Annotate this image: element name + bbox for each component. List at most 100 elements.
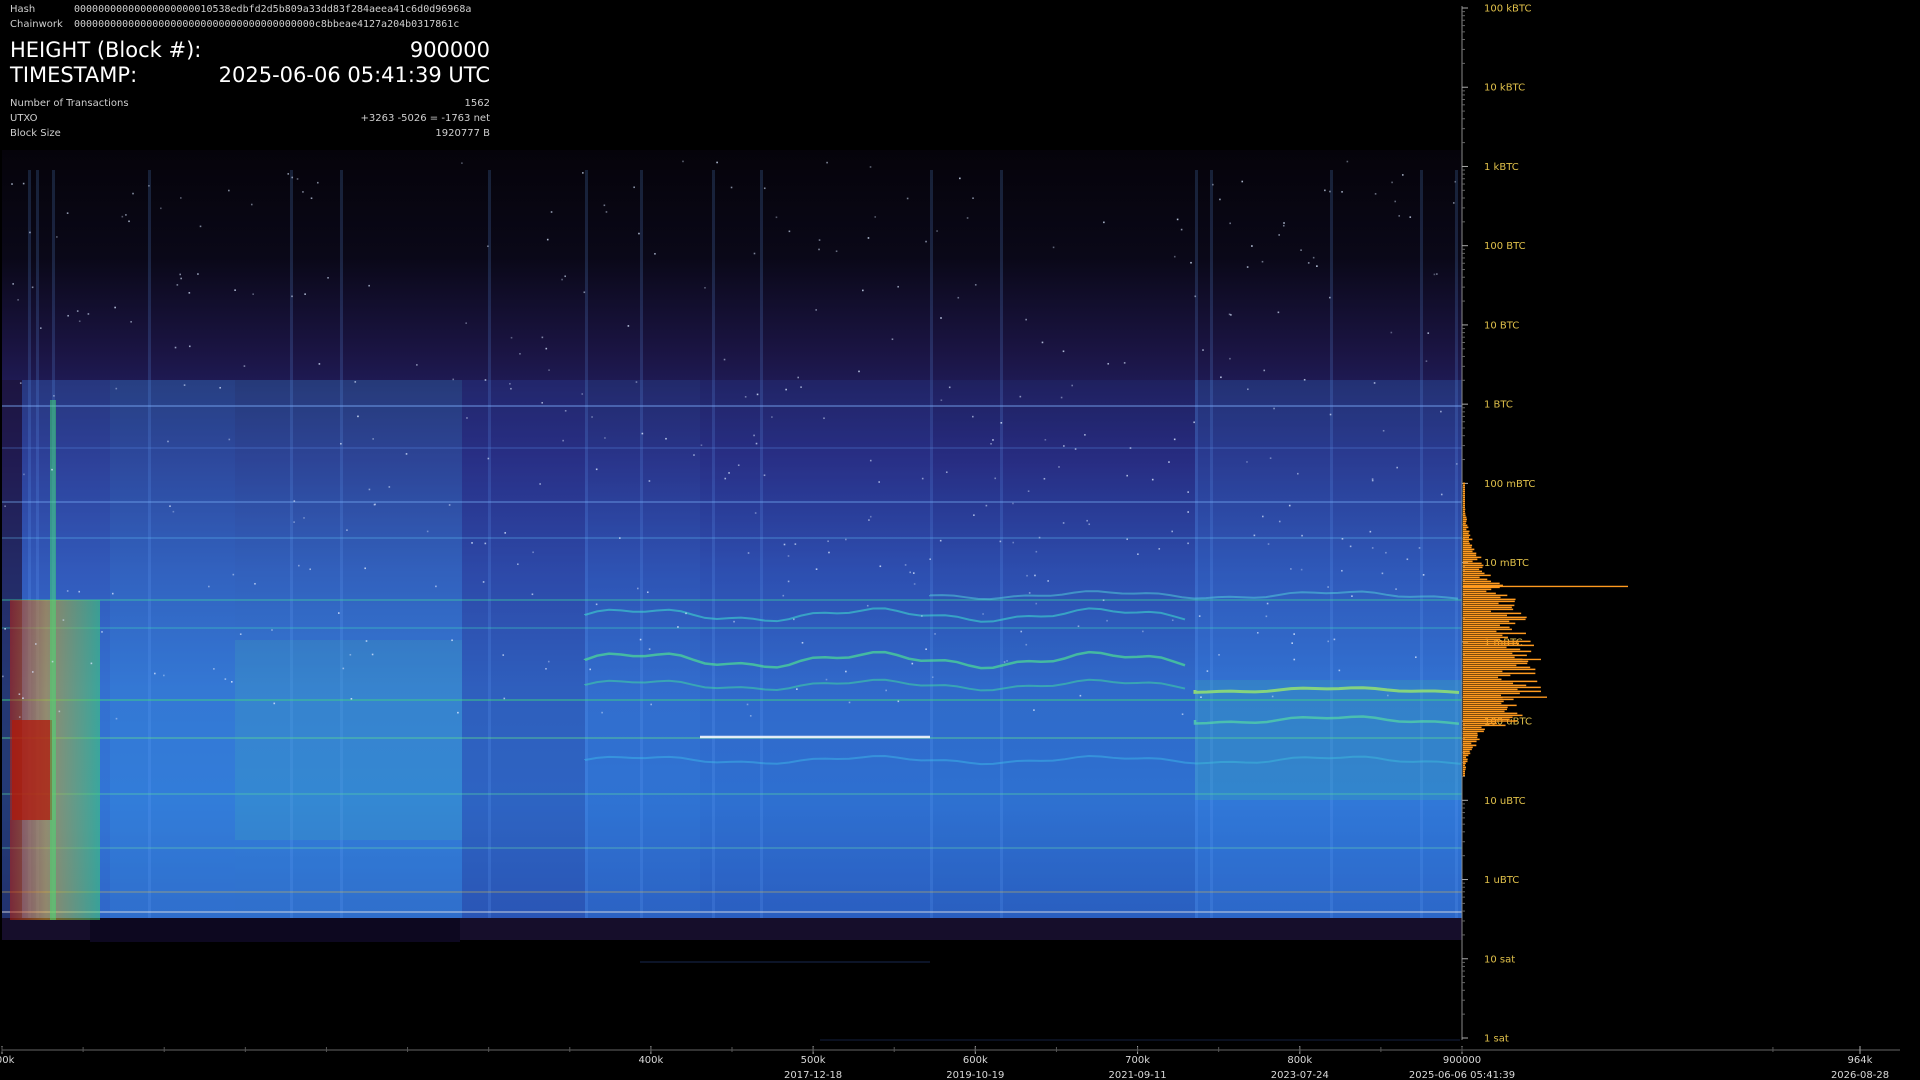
timestamp-value: 2025-06-06 05:41:39 UTC xyxy=(218,63,490,87)
heat-dot xyxy=(115,717,118,720)
heat-dot xyxy=(1034,574,1036,577)
heat-dot xyxy=(219,386,221,389)
heat-dot xyxy=(591,416,593,418)
heat-dot xyxy=(208,585,210,588)
heat-dot xyxy=(115,387,118,390)
heat-dot xyxy=(1247,388,1249,391)
heat-dot xyxy=(1390,331,1393,334)
heat-dot xyxy=(199,225,202,228)
heat-dot xyxy=(595,468,598,471)
heat-dot xyxy=(972,415,974,418)
heat-dot xyxy=(1180,228,1183,231)
heat-dot xyxy=(287,173,290,175)
heat-dot xyxy=(848,701,851,704)
chainwork-row: Chainwork 000000000000000000000000000000… xyxy=(10,17,490,32)
heat-dot xyxy=(111,592,114,595)
heat-era-column xyxy=(110,380,235,918)
heat-dot xyxy=(1278,520,1281,523)
heat-dot xyxy=(1198,615,1201,617)
heat-dot xyxy=(130,321,132,323)
heat-dot xyxy=(1283,222,1285,224)
heat-dot xyxy=(56,236,58,238)
heat-dot xyxy=(1253,534,1256,537)
heat-dot xyxy=(972,197,974,199)
block-info-panel: Hash 00000000000000000000010538edbfd2d5b… xyxy=(10,2,490,141)
heat-dot xyxy=(1088,523,1091,526)
heat-dot xyxy=(904,564,907,566)
heat-dot xyxy=(1382,429,1385,432)
heat-dot xyxy=(787,555,790,557)
heat-dot xyxy=(753,434,755,437)
heat-dot xyxy=(641,432,644,435)
heat-dot xyxy=(487,457,490,460)
heat-dot xyxy=(828,551,830,554)
heat-dot xyxy=(291,295,293,298)
heat-dot xyxy=(1385,551,1387,554)
hash-label: Hash xyxy=(10,4,36,15)
heat-dot xyxy=(650,703,652,706)
x-tick-label: 500k xyxy=(801,1055,826,1066)
heat-dot xyxy=(1218,654,1220,656)
heat-dot xyxy=(782,594,785,597)
heat-dot xyxy=(746,703,749,706)
heat-dot xyxy=(546,238,549,241)
heat-dot xyxy=(1102,599,1105,602)
heat-dot xyxy=(1173,438,1176,441)
heat-streak xyxy=(1210,170,1213,918)
heat-dot xyxy=(1269,457,1272,459)
heat-dot xyxy=(1251,245,1253,247)
heat-dot xyxy=(39,327,42,329)
heat-dot xyxy=(1256,631,1259,634)
heat-dot xyxy=(1194,295,1197,298)
heat-dot xyxy=(1107,362,1110,365)
heat-dot xyxy=(58,710,61,713)
heat-dot xyxy=(1265,615,1268,618)
heat-streak xyxy=(760,170,763,918)
heat-dot xyxy=(771,416,773,418)
x-tick-label: 300k xyxy=(0,1055,15,1066)
heat-dot xyxy=(994,477,997,480)
heat-dot xyxy=(1003,661,1006,663)
heat-dot xyxy=(487,245,489,248)
heat-dot xyxy=(303,517,305,519)
heat-dot xyxy=(1425,360,1428,362)
heat-dot xyxy=(1290,568,1292,570)
heat-dot xyxy=(114,306,116,309)
heat-dot xyxy=(1047,580,1049,582)
heat-dot xyxy=(545,347,548,350)
heat-dot xyxy=(53,395,55,397)
heat-dot xyxy=(66,212,69,214)
heat-dot xyxy=(589,668,591,671)
heat-dot xyxy=(1187,542,1189,545)
heat-dot xyxy=(866,604,869,607)
heat-dot xyxy=(800,386,802,388)
heat-era-column xyxy=(930,380,1195,918)
heat-dot xyxy=(1060,396,1063,399)
heat-dot xyxy=(959,177,961,180)
heat-dot xyxy=(364,567,366,570)
heat-dot xyxy=(1369,530,1372,533)
heat-dot xyxy=(990,442,992,445)
heat-dot xyxy=(1381,572,1384,575)
block-size-row: Block Size 1920777 B xyxy=(10,126,490,141)
heat-dot xyxy=(471,542,473,544)
heat-dot xyxy=(465,322,467,324)
heat-dot xyxy=(101,631,103,633)
heat-dot xyxy=(62,619,65,621)
x-date-label: 2026-08-28 xyxy=(1831,1070,1889,1080)
heat-dot xyxy=(1220,376,1222,379)
heat-dot xyxy=(677,626,679,628)
heat-dot xyxy=(1033,709,1035,711)
heat-dot xyxy=(1394,200,1397,203)
heat-dot xyxy=(1329,190,1331,193)
heat-dot xyxy=(452,378,455,381)
heat-dot xyxy=(87,313,90,315)
heat-dot xyxy=(179,273,182,276)
heat-dot xyxy=(78,320,81,323)
heat-dot xyxy=(1123,362,1126,364)
heat-dot xyxy=(815,309,817,311)
heat-dot xyxy=(1440,493,1443,496)
heat-dot xyxy=(340,442,342,445)
heat-dot xyxy=(754,512,757,514)
heat-dot xyxy=(835,250,838,253)
